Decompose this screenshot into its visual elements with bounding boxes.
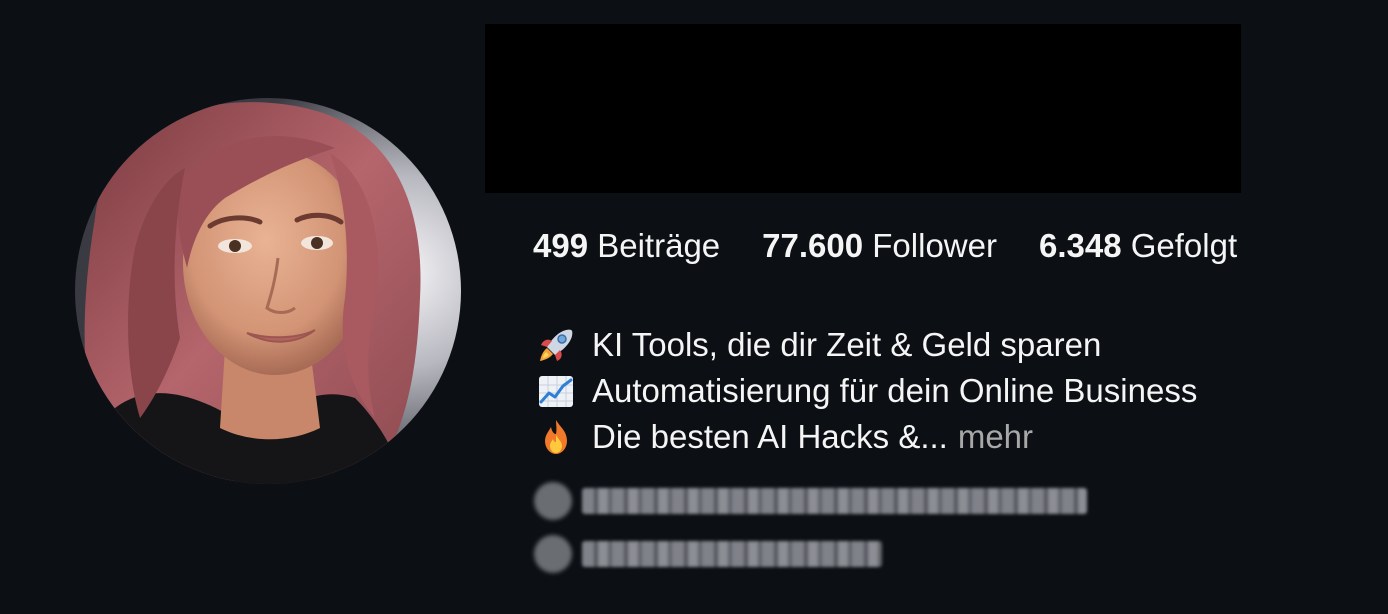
bio-line: KI Tools, die dir Zeit & Geld sparen <box>536 322 1197 368</box>
stat-following-count: 6.348 <box>1038 227 1122 264</box>
stat-followers-count: 77.600 <box>762 227 864 264</box>
stat-following-label: Gefolgt <box>1130 227 1238 264</box>
stat-followers-label: Follower <box>872 227 997 264</box>
fire-emoji-icon <box>536 417 576 457</box>
bio-line-text: KI Tools, die dir Zeit & Geld sparen <box>592 326 1102 363</box>
link-icon <box>534 482 572 520</box>
stat-followers[interactable]: 77.600 Follower <box>762 227 997 265</box>
blurred-link-text <box>582 488 1087 514</box>
bio-line-text: Automatisierung für dein Online Business <box>592 372 1198 409</box>
stat-posts-count: 499 <box>533 227 589 264</box>
blurred-link-row[interactable] <box>534 480 1087 522</box>
blurred-threads-row[interactable] <box>534 533 882 575</box>
blurred-threads-text <box>582 541 882 567</box>
profile-bio: KI Tools, die dir Zeit & Geld sparen Aut… <box>536 322 1197 460</box>
profile-stats: 499 Beiträge 77.600 Follower 6.348 Gefol… <box>533 224 1237 268</box>
bio-line-text: Die besten AI Hacks &... <box>592 418 948 455</box>
bio-line: Automatisierung für dein Online Business <box>536 368 1197 414</box>
profile-avatar[interactable] <box>75 98 461 484</box>
more-link[interactable]: mehr <box>958 414 1033 460</box>
redacted-username-block <box>485 24 1241 193</box>
rocket-emoji-icon <box>536 325 576 365</box>
stat-posts-label: Beiträge <box>597 227 721 264</box>
stat-following[interactable]: 6.348 Gefolgt <box>1039 227 1237 265</box>
chart-increasing-emoji-icon <box>536 371 576 411</box>
bio-line: Die besten AI Hacks &... mehr <box>536 414 1197 460</box>
threads-icon <box>534 535 572 573</box>
stat-posts[interactable]: 499 Beiträge <box>533 227 720 265</box>
profile-photo-icon <box>75 98 461 484</box>
